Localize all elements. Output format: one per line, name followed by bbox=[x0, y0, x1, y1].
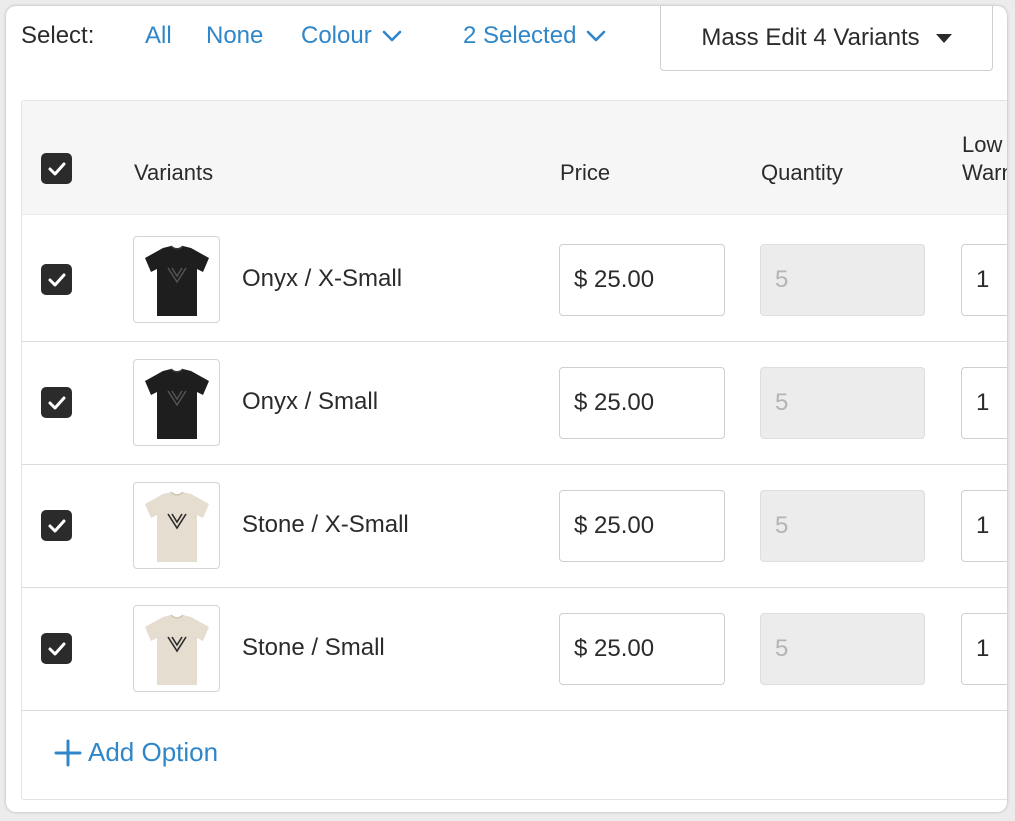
variant-name: Onyx / Small bbox=[242, 388, 379, 415]
row-checkbox[interactable] bbox=[41, 633, 72, 664]
select-bar: Select: All None Colour 2 Selected Mass … bbox=[6, 6, 1007, 76]
variant-thumbnail bbox=[133, 236, 220, 323]
variant-thumbnail bbox=[133, 605, 220, 692]
table-row: Onyx / Small $ 25.00 5 1 bbox=[22, 342, 1007, 465]
header-low-line1: Low bbox=[962, 132, 1003, 157]
header-price: Price bbox=[560, 160, 611, 185]
plus-icon bbox=[54, 739, 82, 766]
price-input[interactable]: $ 25.00 bbox=[559, 490, 725, 562]
low-warning-input[interactable]: 1 bbox=[961, 244, 1007, 316]
variants-table: Variants Price Quantity Low Warn Onyx / … bbox=[21, 100, 1007, 800]
quantity-input: 5 bbox=[760, 367, 925, 439]
price-input[interactable]: $ 25.00 bbox=[559, 244, 725, 316]
variant-name: Stone / X-Small bbox=[242, 511, 409, 538]
select-label: Select: bbox=[21, 22, 95, 49]
variant-name: Stone / Small bbox=[242, 634, 385, 661]
quantity-input: 5 bbox=[760, 244, 925, 316]
checkmark-icon bbox=[48, 273, 65, 286]
checkmark-icon bbox=[48, 642, 65, 655]
chevron-down-icon bbox=[586, 21, 606, 49]
checkmark-icon bbox=[48, 519, 65, 532]
header-low-line2: Warn bbox=[962, 160, 1007, 185]
mass-edit-button[interactable]: Mass Edit 4 Variants bbox=[660, 6, 993, 71]
tshirt-black-image bbox=[144, 367, 209, 439]
mass-edit-label: Mass Edit 4 Variants bbox=[701, 24, 920, 51]
variant-name: Onyx / X-Small bbox=[242, 265, 403, 292]
row-checkbox[interactable] bbox=[41, 510, 72, 541]
select-all-checkbox[interactable] bbox=[41, 153, 72, 184]
colour-dropdown-label: Colour bbox=[301, 22, 372, 49]
variant-thumbnail bbox=[133, 482, 220, 569]
quantity-input: 5 bbox=[760, 613, 925, 685]
header-low-warning: Low Warn bbox=[962, 131, 1007, 187]
table-row: Stone / X-Small $ 25.00 5 1 bbox=[22, 465, 1007, 588]
variants-editor: Select: All None Colour 2 Selected Mass … bbox=[6, 6, 1007, 812]
table-row: Stone / Small $ 25.00 5 1 bbox=[22, 588, 1007, 711]
low-warning-input[interactable]: 1 bbox=[961, 490, 1007, 562]
table-row: Onyx / X-Small $ 25.00 5 1 bbox=[22, 219, 1007, 342]
row-checkbox[interactable] bbox=[41, 264, 72, 295]
select-none-link[interactable]: None bbox=[206, 22, 263, 50]
low-warning-input[interactable]: 1 bbox=[961, 367, 1007, 439]
quantity-input: 5 bbox=[760, 490, 925, 562]
selected-count-dropdown[interactable]: 2 Selected bbox=[463, 22, 606, 50]
price-input[interactable]: $ 25.00 bbox=[559, 613, 725, 685]
chevron-down-icon bbox=[382, 21, 402, 49]
tshirt-stone-image bbox=[144, 613, 209, 685]
caret-down-icon bbox=[935, 33, 952, 43]
colour-dropdown[interactable]: Colour bbox=[301, 22, 402, 50]
add-option-label: Add Option bbox=[88, 737, 219, 767]
add-option-button[interactable]: Add Option bbox=[54, 737, 218, 768]
header-variants: Variants bbox=[134, 160, 214, 185]
row-checkbox[interactable] bbox=[41, 387, 72, 418]
price-input[interactable]: $ 25.00 bbox=[559, 367, 725, 439]
tshirt-black-image bbox=[144, 244, 209, 316]
table-header: Variants Price Quantity Low Warn bbox=[22, 101, 1007, 215]
select-all-link[interactable]: All bbox=[145, 22, 172, 50]
checkmark-icon bbox=[48, 396, 65, 409]
low-warning-input[interactable]: 1 bbox=[961, 613, 1007, 685]
tshirt-stone-image bbox=[144, 490, 209, 562]
variant-thumbnail bbox=[133, 359, 220, 446]
checkmark-icon bbox=[48, 162, 65, 175]
header-quantity: Quantity bbox=[761, 160, 843, 185]
selected-count-label: 2 Selected bbox=[463, 22, 577, 49]
